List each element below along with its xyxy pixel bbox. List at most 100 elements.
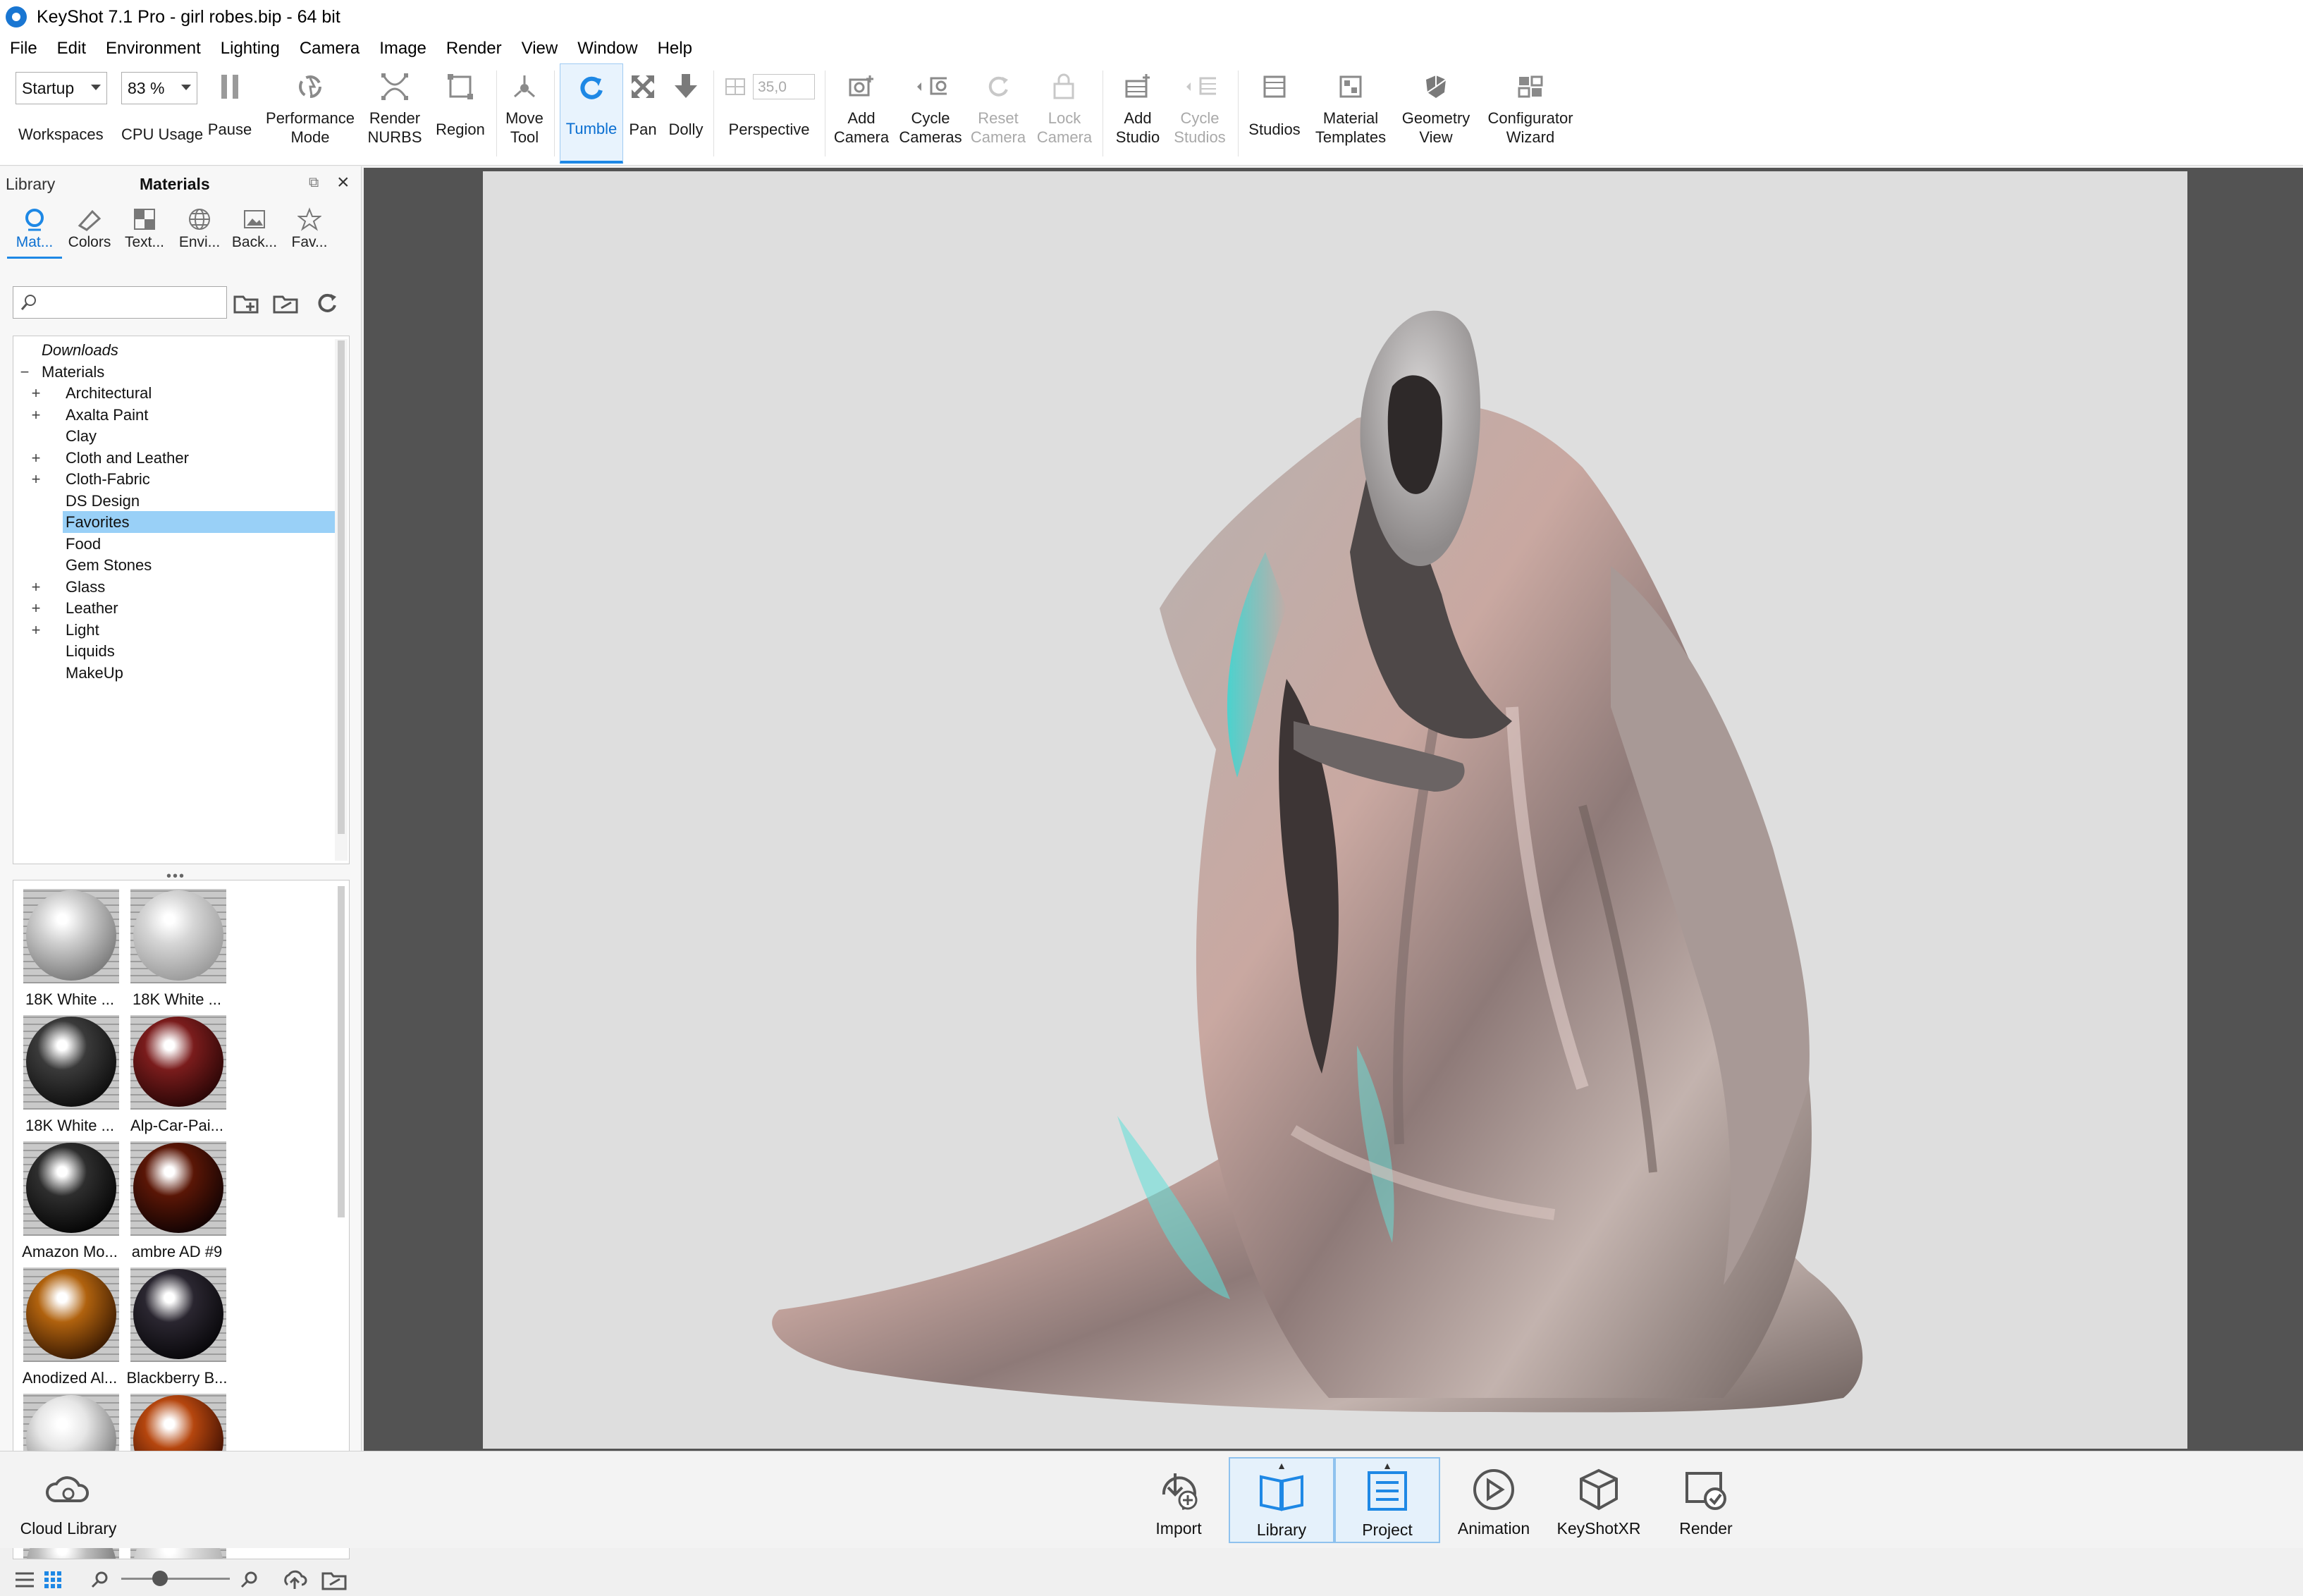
perspective-control[interactable]: 35,0 Perspective <box>719 63 819 164</box>
cycle-cameras-button[interactable]: Cycle Cameras <box>895 63 966 164</box>
tree-item-materials[interactable]: − Materials <box>13 361 324 383</box>
import-button[interactable]: Import <box>1143 1457 1214 1543</box>
render-nurbs-button[interactable]: Render NURBS <box>364 63 426 164</box>
tree-item-downloads[interactable]: Downloads <box>13 339 324 361</box>
window-title: KeyShot 7.1 Pro - girl robes.bip - 64 bi… <box>37 6 340 27</box>
scrollbar-thumb[interactable] <box>338 886 345 1217</box>
import-folder-icon[interactable] <box>321 1569 348 1590</box>
list-view-icon[interactable] <box>14 1571 35 1589</box>
import-folder-icon[interactable] <box>272 289 300 317</box>
expand-icon[interactable]: + <box>29 447 43 469</box>
expand-icon[interactable]: + <box>29 404 43 426</box>
library-search-input[interactable] <box>13 286 227 319</box>
performance-mode-button[interactable]: Performance Mode <box>261 63 360 164</box>
focal-length-input[interactable]: 35,0 <box>753 74 815 99</box>
tree-item-gem-stones[interactable]: Gem Stones <box>13 554 324 576</box>
menu-view[interactable]: View <box>512 39 568 59</box>
tree-item-favorites[interactable]: Favorites <box>63 511 339 533</box>
move-tool-button[interactable]: Move Tool <box>500 63 548 164</box>
collapse-icon[interactable]: − <box>18 361 32 383</box>
library-panel-header: Library Materials ⧉ × <box>0 166 361 202</box>
tree-item-leather[interactable]: + Leather <box>13 597 324 619</box>
tree-scrollbar[interactable] <box>335 339 348 861</box>
expand-icon[interactable]: + <box>29 619 43 641</box>
add-studio-button[interactable]: Add Studio <box>1107 63 1169 164</box>
region-button[interactable]: Region <box>430 63 491 164</box>
tree-item-liquids[interactable]: Liquids <box>13 640 324 662</box>
menu-window[interactable]: Window <box>567 39 647 59</box>
cpu-usage-dropdown[interactable]: 83 % <box>121 72 197 104</box>
reset-camera-button[interactable]: Reset Camera <box>966 63 1031 164</box>
tree-item-food[interactable]: Food <box>13 533 324 555</box>
pan-button[interactable]: Pan <box>623 63 663 164</box>
menu-help[interactable]: Help <box>648 39 702 59</box>
menu-file[interactable]: File <box>0 39 47 59</box>
menu-camera[interactable]: Camera <box>290 39 369 59</box>
add-camera-button[interactable]: Add Camera <box>829 63 894 164</box>
tab-materials[interactable]: Mat... <box>7 206 62 259</box>
tree-item-cloth-fabric[interactable]: + Cloth-Fabric <box>13 468 324 490</box>
material-templates-button[interactable]: Material Templates <box>1308 63 1393 164</box>
grid-view-icon[interactable] <box>44 1571 63 1589</box>
menu-edit[interactable]: Edit <box>47 39 96 59</box>
cloud-upload-icon[interactable] <box>282 1568 307 1590</box>
tree-item-glass[interactable]: + Glass <box>13 576 324 598</box>
tree-item-axalta-paint[interactable]: + Axalta Paint <box>13 404 324 426</box>
material-thumbnail[interactable]: 18K White ... <box>16 1009 123 1135</box>
zoom-in-icon[interactable] <box>240 1571 259 1589</box>
toolbar-separator <box>554 70 555 156</box>
material-thumbnail[interactable]: Alp-Car-Pai... <box>123 1009 231 1135</box>
menu-environment[interactable]: Environment <box>96 39 211 59</box>
menu-lighting[interactable]: Lighting <box>211 39 290 59</box>
expand-icon[interactable]: + <box>29 597 43 619</box>
refresh-icon[interactable] <box>313 289 341 317</box>
material-thumbnail[interactable]: 18K White ... <box>123 883 231 1009</box>
material-thumbnail[interactable]: Anodized Al... <box>16 1262 123 1387</box>
library-toggle-button[interactable]: ▲ Library <box>1229 1457 1334 1543</box>
material-thumbnail[interactable]: 18K White ... <box>16 883 123 1009</box>
project-toggle-button[interactable]: ▲ Project <box>1334 1457 1440 1543</box>
animation-button[interactable]: Animation <box>1455 1457 1533 1543</box>
studios-button[interactable]: Studios <box>1242 63 1307 164</box>
cloud-library-button[interactable]: Cloud Library <box>16 1457 121 1543</box>
material-thumbnail[interactable]: Amazon Mo... <box>16 1136 123 1261</box>
menu-image[interactable]: Image <box>369 39 436 59</box>
tab-environments[interactable]: Envi... <box>172 206 227 257</box>
close-icon[interactable]: × <box>337 171 350 195</box>
geometry-view-button[interactable]: Geometry View <box>1394 63 1478 164</box>
tree-item-light[interactable]: + Light <box>13 619 324 641</box>
tree-item-ds-design[interactable]: DS Design <box>13 490 324 512</box>
add-folder-icon[interactable] <box>233 289 261 317</box>
tree-item-cloth-and-leather[interactable]: + Cloth and Leather <box>13 447 324 469</box>
expand-icon[interactable]: + <box>29 382 43 404</box>
pause-button[interactable]: Pause <box>204 63 255 164</box>
material-thumbnail[interactable]: ambre AD #9 <box>123 1136 231 1261</box>
menu-render[interactable]: Render <box>436 39 512 59</box>
scrollbar-thumb[interactable] <box>338 340 345 834</box>
zoom-out-icon[interactable] <box>90 1571 110 1589</box>
tab-colors[interactable]: Colors <box>62 206 117 257</box>
render-viewport[interactable] <box>483 171 2187 1449</box>
play-circle-icon <box>1466 1464 1521 1515</box>
tree-item-architectural[interactable]: + Architectural <box>13 382 324 404</box>
tab-favorites[interactable]: Fav... <box>282 206 337 257</box>
restore-icon[interactable]: ⧉ <box>309 175 319 191</box>
workspaces-dropdown[interactable]: Startup <box>16 72 107 104</box>
lock-camera-button[interactable]: Lock Camera <box>1032 63 1097 164</box>
cycle-studios-button[interactable]: Cycle Studios <box>1169 63 1231 164</box>
render-button[interactable]: Render <box>1671 1457 1741 1543</box>
tree-item-makeup[interactable]: MakeUp <box>13 662 324 684</box>
configurator-wizard-button[interactable]: Configurator Wizard <box>1479 63 1582 164</box>
tumble-button[interactable]: Tumble <box>560 63 623 164</box>
tree-item-clay[interactable]: Clay <box>13 425 324 447</box>
expand-icon[interactable]: + <box>29 576 43 598</box>
slider-knob[interactable] <box>152 1571 168 1586</box>
thumbnail-size-slider[interactable] <box>121 1578 230 1580</box>
dolly-button[interactable]: Dolly <box>663 63 709 164</box>
material-thumbnail[interactable]: Blackberry B... <box>123 1262 231 1387</box>
material-sphere <box>133 1269 223 1359</box>
tab-backplates[interactable]: Back... <box>227 206 282 257</box>
tab-textures[interactable]: Text... <box>117 206 172 257</box>
keyshotxr-button[interactable]: KeyShotXR <box>1555 1457 1642 1543</box>
expand-icon[interactable]: + <box>29 468 43 490</box>
